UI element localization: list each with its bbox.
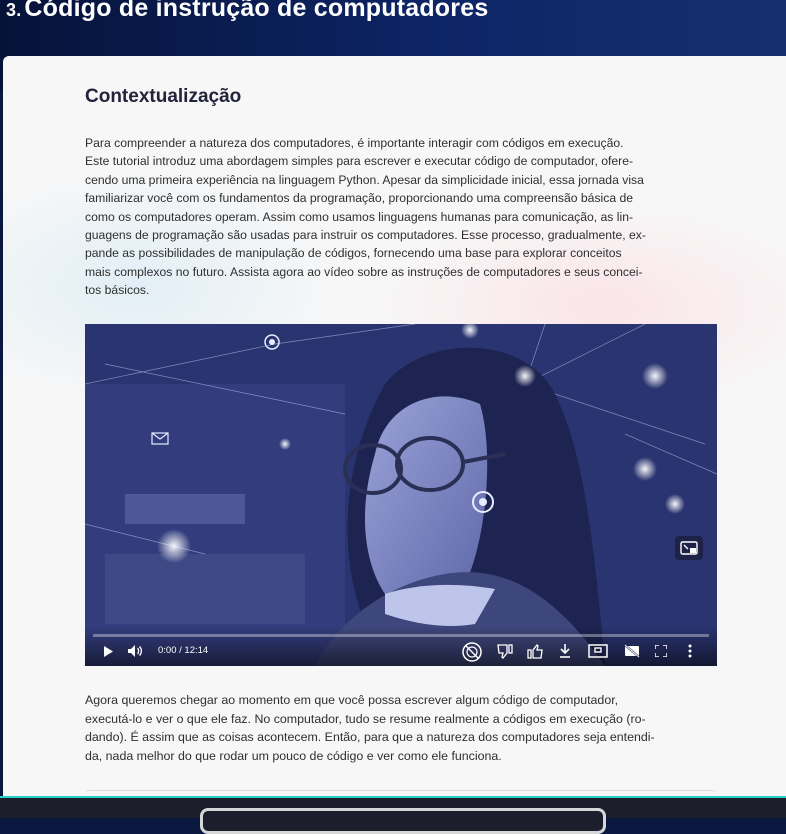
paragraph-line: cendo uma primeira experiência na lingua… xyxy=(85,172,644,187)
paragraph-line: tos básicos. xyxy=(85,283,150,298)
title-text: Código de instrução de computadores xyxy=(24,0,489,22)
ai-summary-icon[interactable] xyxy=(461,641,483,663)
bottom-navigation-pill[interactable] xyxy=(200,808,606,834)
outro-paragraph: Agora queremos chegar ao momento em que … xyxy=(85,691,717,765)
download-icon[interactable] xyxy=(557,643,573,659)
video-time: 0:00 / 12:14 xyxy=(158,645,209,656)
more-icon[interactable] xyxy=(683,643,697,659)
play-icon[interactable] xyxy=(101,643,115,659)
page-title: 3. Código de instrução de computadores xyxy=(6,0,488,23)
paragraph-line: como os computadores operam. Assim como … xyxy=(85,209,634,224)
paragraph-line: guagens de programação são usadas para i… xyxy=(85,228,646,243)
next-card-edge xyxy=(85,790,717,795)
section-number: 3. xyxy=(6,0,22,20)
paragraph-line: da, nada melhor do que rodar um pouco de… xyxy=(85,748,502,763)
paragraph-line: Para compreender a natureza dos computad… xyxy=(85,136,624,150)
paragraph-line: Este tutorial introduz uma abordagem sim… xyxy=(85,154,634,169)
paragraph-line: dando). É assim que as coisas acontecem.… xyxy=(85,730,655,745)
miniplayer-icon[interactable] xyxy=(587,643,609,659)
section-heading: Contextualização xyxy=(85,86,242,107)
picture-in-picture-icon[interactable] xyxy=(675,536,703,560)
volume-icon[interactable] xyxy=(127,643,145,659)
intro-paragraph: Para compreender a natureza dos computad… xyxy=(85,134,717,300)
fullscreen-icon[interactable] xyxy=(653,643,669,659)
video-controls: 0:00 / 12:14 xyxy=(85,626,717,666)
video-player[interactable]: 0:00 / 12:14 xyxy=(85,324,717,666)
captions-off-icon[interactable] xyxy=(623,643,641,659)
paragraph-line: pande as possibilidades de manipulação d… xyxy=(85,246,622,261)
paragraph-line: familiarizar você com os fundamentos da … xyxy=(85,191,634,206)
paragraph-line: mais complexos no futuro. Assista agora … xyxy=(85,264,643,279)
dislike-icon[interactable] xyxy=(496,643,514,659)
progress-bar[interactable] xyxy=(93,634,709,637)
paragraph-line: Agora queremos chegar ao momento em que … xyxy=(85,693,619,707)
paragraph-line: executá-lo e ver o que ele faz. No compu… xyxy=(85,711,646,726)
like-icon[interactable] xyxy=(526,643,544,659)
video-thumbnail[interactable] xyxy=(85,324,717,666)
